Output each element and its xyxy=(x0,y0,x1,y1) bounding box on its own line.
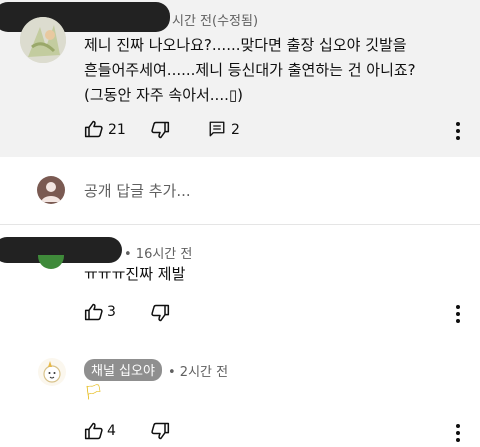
thumb-down-icon[interactable] xyxy=(150,120,170,140)
more-vert-icon[interactable] xyxy=(456,305,460,326)
like-count: 4 xyxy=(107,423,116,439)
thumb-down-icon[interactable] xyxy=(150,421,170,441)
comment-time: 시간 전(수정됨) xyxy=(172,14,259,29)
channel-avatar[interactable] xyxy=(38,358,66,386)
avatar[interactable] xyxy=(20,17,66,63)
thumb-up-icon[interactable] xyxy=(84,302,104,322)
thumb-up-icon[interactable] xyxy=(84,421,104,441)
person-icon xyxy=(41,182,61,202)
comment-line-1: 제니 진짜 나오나요?......맞다면 출장 십오야 깃발을 xyxy=(84,36,407,54)
thumb-down-icon[interactable] xyxy=(150,303,170,323)
like-count: 21 xyxy=(108,122,126,138)
comment-time: • 16시간 전 xyxy=(124,247,193,262)
user-avatar xyxy=(37,176,65,204)
comment-time: • 2시간 전 xyxy=(168,365,229,380)
channel-logo-icon xyxy=(43,361,61,383)
comment-text: ㅠㅠㅠ진짜 제발 xyxy=(84,265,186,283)
divider xyxy=(0,224,480,225)
channel-name-badge[interactable]: 채널 십오야 xyxy=(84,359,162,381)
avatar[interactable] xyxy=(38,255,64,269)
more-vert-icon[interactable] xyxy=(456,424,460,445)
comment-line-3: (그동안 자주 속아서....▯) xyxy=(84,86,243,104)
more-vert-icon[interactable] xyxy=(456,122,460,143)
comment-line-2: 흔들어주세여......제니 등신대가 출연하는 건 아니죠? xyxy=(84,61,416,79)
like-count: 3 xyxy=(107,304,116,320)
thumb-up-icon[interactable] xyxy=(84,119,104,139)
avatar-image xyxy=(20,17,66,63)
reply-input[interactable]: 공개 답글 추가... xyxy=(84,180,191,201)
comment-icon[interactable] xyxy=(208,120,226,138)
highlighted-comment: 시간 전(수정됨) 제니 진짜 나오나요?......맞다면 출장 십오야 깃발… xyxy=(0,0,480,157)
comment-text: 🏳 xyxy=(84,383,104,401)
reply-count[interactable]: 2 xyxy=(231,122,240,138)
